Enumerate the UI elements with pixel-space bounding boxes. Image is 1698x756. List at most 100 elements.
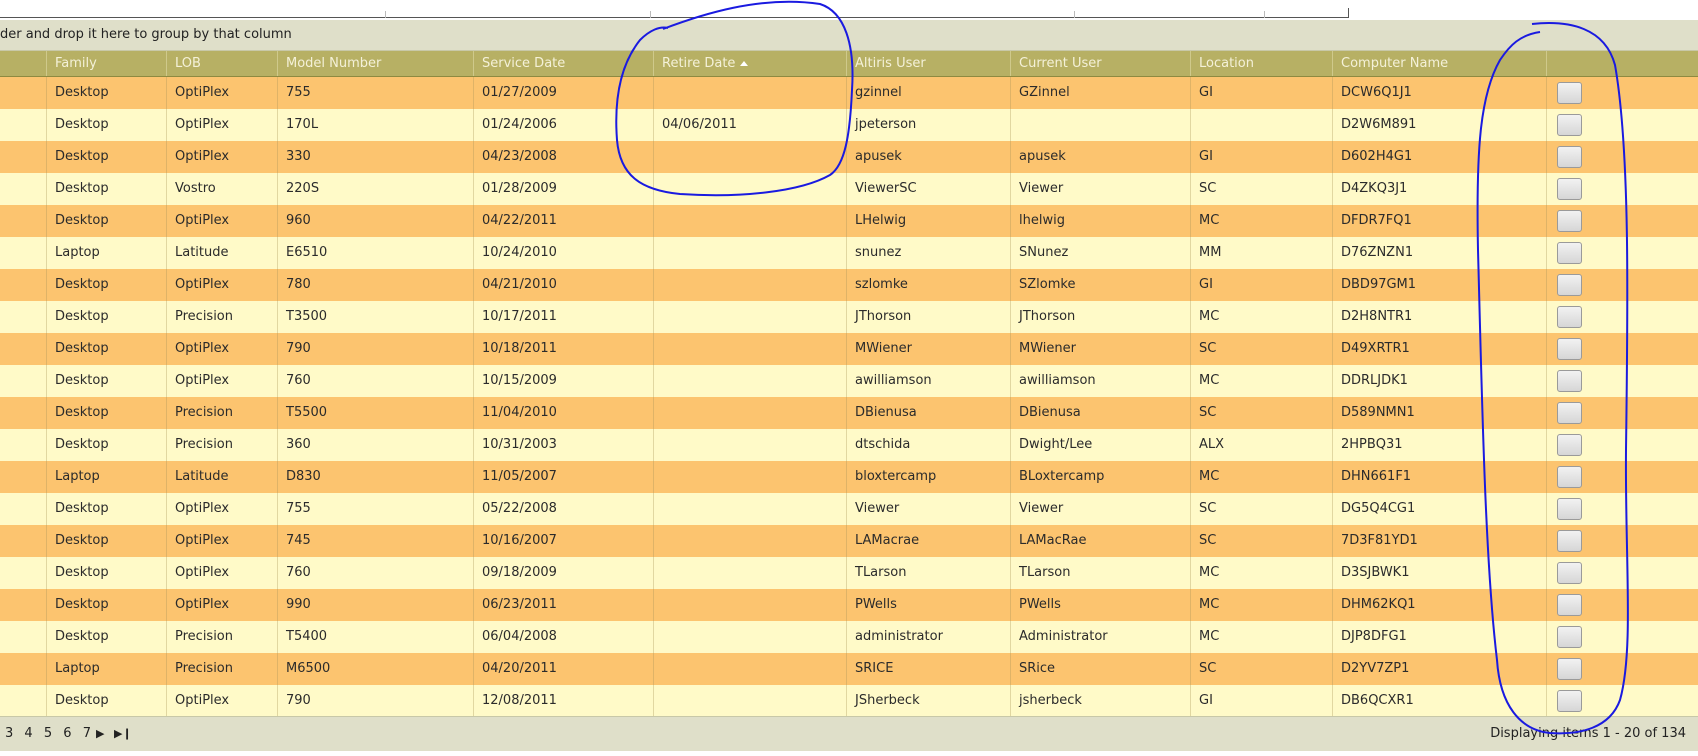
table-row[interactable]: Desktop Precision T5400 06/04/2008 administr… (0, 621, 1698, 653)
cell-current-user: DBienusa (1010, 397, 1190, 429)
cell-lob: OptiPlex (166, 685, 277, 717)
last-page-icon[interactable]: ▶❙ (114, 717, 132, 751)
cell-model-number: 960 (277, 205, 473, 237)
page-link[interactable]: 7 (83, 726, 91, 741)
row-action-button[interactable] (1557, 594, 1582, 616)
row-spacer-cell (0, 397, 46, 429)
table-row[interactable]: Desktop OptiPlex 760 09/18/2009 TLarson TLars… (0, 557, 1698, 589)
row-spacer-cell (0, 589, 46, 621)
cell-computer-name: D602H4G1 (1332, 141, 1546, 173)
table-row[interactable]: Desktop OptiPlex 990 06/23/2011 PWells PWells… (0, 589, 1698, 621)
cell-computer-name: DJP8DFG1 (1332, 621, 1546, 653)
cell-retire-date (653, 525, 846, 557)
table-row[interactable]: Desktop OptiPlex 755 01/27/2009 gzinnel GZinn… (0, 77, 1698, 109)
row-action-button[interactable] (1557, 178, 1582, 200)
cell-model-number: 220S (277, 173, 473, 205)
row-action-button[interactable] (1557, 338, 1582, 360)
column-header-family[interactable]: Family (46, 51, 166, 76)
row-action-button[interactable] (1557, 306, 1582, 328)
table-row[interactable]: Laptop Latitude D830 11/05/2007 bloxtercamp B… (0, 461, 1698, 493)
row-spacer-cell (0, 621, 46, 653)
table-row[interactable]: Desktop OptiPlex 755 05/22/2008 Viewer Viewer… (0, 493, 1698, 525)
table-row[interactable]: Laptop Precision M6500 04/20/2011 SRICE SRice… (0, 653, 1698, 685)
row-action-button[interactable] (1557, 658, 1582, 680)
page-link[interactable]: 5 (44, 726, 52, 741)
data-grid: der and drop it here to group by that co… (0, 20, 1698, 752)
row-action-button[interactable] (1557, 242, 1582, 264)
top-strip-tick (385, 11, 386, 18)
next-page-icon[interactable]: ▶ (96, 717, 104, 751)
row-action-button[interactable] (1557, 498, 1582, 520)
column-header-retire-date[interactable]: Retire Date (653, 51, 846, 76)
group-by-panel[interactable]: der and drop it here to group by that co… (0, 20, 1698, 51)
cell-model-number: 330 (277, 141, 473, 173)
row-action-button[interactable] (1557, 690, 1582, 712)
row-action-button[interactable] (1557, 530, 1582, 552)
cell-actions (1546, 429, 1698, 461)
cell-actions (1546, 397, 1698, 429)
column-header-service-date[interactable]: Service Date (473, 51, 653, 76)
column-header-computer-name[interactable]: Computer Name (1332, 51, 1546, 76)
row-spacer-cell (0, 653, 46, 685)
cell-actions (1546, 365, 1698, 397)
table-row[interactable]: Desktop OptiPlex 780 04/21/2010 szlomke SZlom… (0, 269, 1698, 301)
table-row[interactable]: Desktop OptiPlex 170L 01/24/2006 04/06/2011 j… (0, 109, 1698, 141)
table-row[interactable]: Desktop Precision 360 10/31/2003 dtschida Dwi… (0, 429, 1698, 461)
table-row[interactable]: Laptop Latitude E6510 10/24/2010 snunez SNune… (0, 237, 1698, 269)
row-action-button[interactable] (1557, 466, 1582, 488)
row-action-button[interactable] (1557, 274, 1582, 296)
row-spacer-cell (0, 141, 46, 173)
row-action-button[interactable] (1557, 114, 1582, 136)
row-action-button[interactable] (1557, 562, 1582, 584)
column-header-current-user[interactable]: Current User (1010, 51, 1190, 76)
table-row[interactable]: Desktop OptiPlex 960 04/22/2011 LHelwig lhelw… (0, 205, 1698, 237)
sort-ascending-icon (740, 61, 749, 66)
row-action-button[interactable] (1557, 146, 1582, 168)
table-row[interactable]: Desktop Vostro 220S 01/28/2009 ViewerSC Viewe… (0, 173, 1698, 205)
cell-computer-name: D4ZKQ3J1 (1332, 173, 1546, 205)
cell-lob: Precision (166, 301, 277, 333)
column-header-model-number[interactable]: Model Number (277, 51, 473, 76)
row-action-button[interactable] (1557, 210, 1582, 232)
table-row[interactable]: Desktop OptiPlex 330 04/23/2008 apusek apusek… (0, 141, 1698, 173)
page-link[interactable]: 3 (5, 726, 13, 741)
cell-location: GI (1190, 141, 1332, 173)
cell-current-user: SRice (1010, 653, 1190, 685)
cell-retire-date (653, 237, 846, 269)
cell-model-number: M6500 (277, 653, 473, 685)
cell-location: SC (1190, 173, 1332, 205)
row-spacer-cell (0, 365, 46, 397)
cell-altiris-user: JThorson (846, 301, 1010, 333)
cell-altiris-user: MWiener (846, 333, 1010, 365)
row-action-button[interactable] (1557, 434, 1582, 456)
row-action-button[interactable] (1557, 82, 1582, 104)
page-link[interactable]: 4 (24, 726, 32, 741)
cell-actions (1546, 333, 1698, 365)
cell-family: Desktop (46, 493, 166, 525)
row-spacer-cell (0, 333, 46, 365)
column-header-location[interactable]: Location (1190, 51, 1332, 76)
row-action-button[interactable] (1557, 402, 1582, 424)
table-row[interactable]: Desktop OptiPlex 760 10/15/2009 awilliamson a… (0, 365, 1698, 397)
cell-retire-date (653, 589, 846, 621)
cell-service-date: 10/18/2011 (473, 333, 653, 365)
cell-lob: OptiPlex (166, 589, 277, 621)
cell-actions (1546, 205, 1698, 237)
table-row[interactable]: Desktop OptiPlex 790 12/08/2011 JSherbeck jsh… (0, 685, 1698, 717)
cell-altiris-user: snunez (846, 237, 1010, 269)
cell-lob: OptiPlex (166, 205, 277, 237)
cell-altiris-user: szlomke (846, 269, 1010, 301)
table-row[interactable]: Desktop OptiPlex 745 10/16/2007 LAMacrae LAMa… (0, 525, 1698, 557)
page-link[interactable]: 6 (63, 726, 71, 741)
row-action-button[interactable] (1557, 370, 1582, 392)
table-row[interactable]: Desktop Precision T5500 11/04/2010 DBienusa D… (0, 397, 1698, 429)
cell-computer-name: DB6QCXR1 (1332, 685, 1546, 717)
table-row[interactable]: Desktop Precision T3500 10/17/2011 JThorson J… (0, 301, 1698, 333)
column-header-altiris-user[interactable]: Altiris User (846, 51, 1010, 76)
cell-lob: OptiPlex (166, 493, 277, 525)
row-action-button[interactable] (1557, 626, 1582, 648)
cell-computer-name: DFDR7FQ1 (1332, 205, 1546, 237)
column-header-lob[interactable]: LOB (166, 51, 277, 76)
cell-lob: OptiPlex (166, 365, 277, 397)
table-row[interactable]: Desktop OptiPlex 790 10/18/2011 MWiener MWien… (0, 333, 1698, 365)
